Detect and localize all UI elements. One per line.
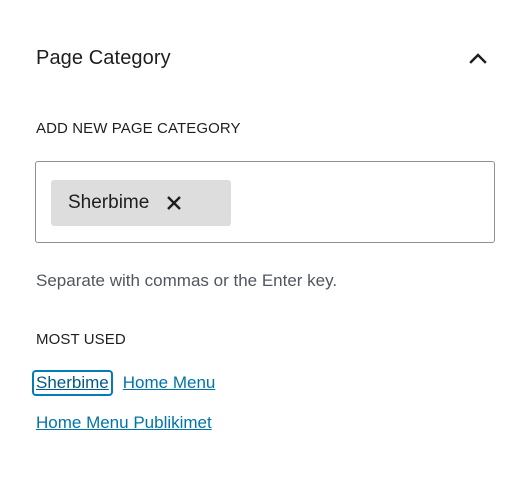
category-token: Sherbime (51, 180, 231, 226)
panel-header[interactable]: Page Category (36, 42, 492, 74)
most-used-tag-home-menu-publikimet[interactable]: Home Menu Publikimet (34, 412, 214, 434)
panel-title: Page Category (36, 46, 171, 69)
most-used-label: MOST USED (36, 331, 126, 348)
page-category-panel: Page Category ADD NEW PAGE CATEGORY Sher… (0, 0, 524, 480)
category-token-input[interactable]: Sherbime (35, 161, 495, 243)
help-text: Separate with commas or the Enter key. (36, 271, 338, 290)
chevron-up-icon (469, 53, 487, 64)
remove-token-button[interactable] (163, 192, 185, 214)
most-used-tag-sherbime[interactable]: Sherbime (34, 372, 111, 394)
token-label: Sherbime (68, 192, 150, 213)
close-icon (167, 196, 182, 210)
add-new-category-label: ADD NEW PAGE CATEGORY (36, 120, 241, 137)
collapse-toggle-button[interactable] (464, 44, 492, 72)
most-used-list: Sherbime Home Menu Home Menu Publikimet (34, 363, 494, 443)
most-used-tag-home-menu[interactable]: Home Menu (121, 372, 218, 394)
